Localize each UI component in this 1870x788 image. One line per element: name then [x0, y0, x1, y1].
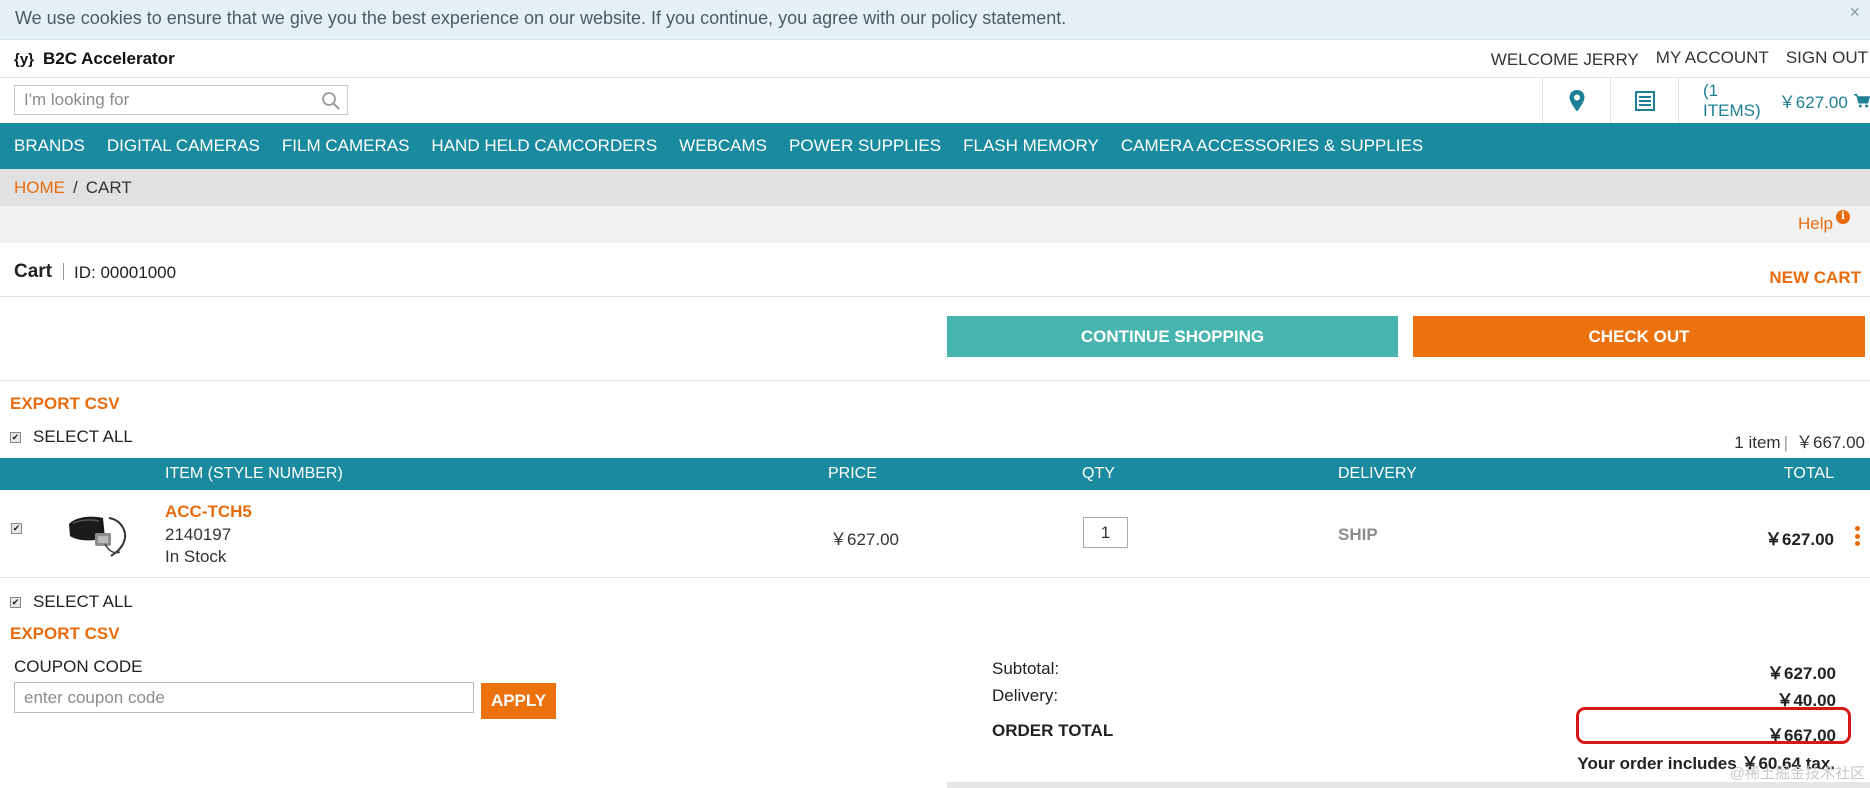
nav-item-film-cameras[interactable]: FILM CAMERAS: [282, 136, 410, 156]
coupon-code-input[interactable]: [15, 683, 473, 712]
search-input[interactable]: [15, 86, 305, 114]
nav-item-power-supplies[interactable]: POWER SUPPLIES: [789, 136, 941, 156]
select-all-checkbox-bottom[interactable]: ✔: [10, 596, 21, 608]
nav-item-camera-accessories[interactable]: CAMERA ACCESSORIES & SUPPLIES: [1121, 136, 1423, 156]
cart-title-divider: [63, 263, 64, 280]
cart-title: Cart: [14, 261, 53, 282]
delivery-mode: SHIP: [1338, 525, 1378, 544]
coupon-label: COUPON CODE: [14, 657, 143, 676]
select-all-bottom[interactable]: ✔ SELECT ALL: [10, 592, 133, 612]
top-header: {y} B2C Accelerator WELCOME JERRY MY ACC…: [0, 40, 1870, 78]
cart-item-count: 1 item: [1734, 433, 1781, 452]
subtotal-label: Subtotal:: [992, 659, 1060, 678]
check-out-button[interactable]: CHECK OUT: [1413, 316, 1865, 357]
close-icon[interactable]: ×: [1849, 2, 1860, 23]
column-header-item: ITEM (STYLE NUMBER): [165, 465, 343, 482]
cart-summary-total: ￥667.00: [1796, 433, 1865, 452]
row-price: ￥627.00: [830, 530, 899, 549]
cart-summary-top: 1 item | ￥667.00: [1734, 433, 1865, 452]
select-all-top[interactable]: ✔ SELECT ALL: [10, 427, 133, 447]
row-total: ￥627.00: [1765, 530, 1834, 549]
logo[interactable]: {y} B2C Accelerator: [14, 49, 175, 69]
search-row: (1 ITEMS) ￥627.00: [0, 78, 1870, 123]
breadcrumb-home-link[interactable]: HOME: [14, 178, 65, 198]
select-all-checkbox[interactable]: ✔: [10, 431, 21, 443]
sign-out-link[interactable]: SIGN OUT: [1786, 48, 1868, 70]
main-nav: BRANDS DIGITAL CAMERAS FILM CAMERAS HAND…: [0, 123, 1870, 169]
brand-name: B2C Accelerator: [43, 49, 175, 68]
select-all-label-bottom: SELECT ALL: [33, 592, 133, 611]
cookie-banner: We use cookies to ensure that we give yo…: [0, 0, 1870, 40]
nav-item-flash-memory[interactable]: FLASH MEMORY: [963, 136, 1099, 156]
header-tools: [1542, 78, 1678, 123]
nav-item-digital-cameras[interactable]: DIGITAL CAMERAS: [107, 136, 260, 156]
help-label: Help: [1798, 214, 1833, 233]
cart-id: ID: 00001000: [74, 263, 177, 282]
export-csv-link[interactable]: EXPORT CSV: [10, 394, 120, 414]
new-cart-link[interactable]: NEW CART: [1769, 268, 1861, 288]
column-header-delivery: DELIVERY: [1338, 465, 1417, 482]
cart-table-header: ITEM (STYLE NUMBER) PRICE QTY DELIVERY T…: [0, 458, 1870, 490]
kebab-icon[interactable]: [1855, 526, 1861, 546]
nav-item-webcams[interactable]: WEBCAMS: [679, 136, 767, 156]
product-sku: 2140197: [165, 525, 232, 544]
mini-cart-count: (1 ITEMS): [1703, 80, 1761, 120]
export-csv-link-bottom[interactable]: EXPORT CSV: [10, 624, 120, 644]
select-all-label: SELECT ALL: [33, 427, 133, 446]
column-header-total: TOTAL: [1783, 465, 1834, 482]
column-header-qty: QTY: [1082, 465, 1115, 482]
nav-item-hand-held-camcorders[interactable]: HAND HELD CAMCORDERS: [431, 136, 657, 156]
my-account-link[interactable]: MY ACCOUNT: [1656, 48, 1769, 70]
breadcrumb-current: CART: [85, 177, 132, 197]
mini-cart-total: ￥627.00: [1778, 93, 1848, 112]
help-bar: Help i: [0, 206, 1870, 243]
cart-icon: [1853, 93, 1870, 107]
search-icon[interactable]: [321, 91, 341, 111]
quick-order-button[interactable]: [1610, 78, 1678, 123]
location-pin-icon: [1569, 89, 1584, 111]
order-total-highlight: [1576, 707, 1851, 744]
list-icon: [1634, 90, 1655, 111]
order-total-label: ORDER TOTAL: [992, 721, 1114, 740]
apply-coupon-button[interactable]: APPLY: [481, 683, 556, 719]
cart-header: Cart ID: 00001000 NEW CART: [0, 243, 1870, 297]
search-box: [14, 85, 348, 115]
stock-status: In Stock: [165, 547, 227, 566]
info-icon: i: [1836, 210, 1850, 224]
store-finder-button[interactable]: [1542, 78, 1610, 123]
row-select-checkbox[interactable]: ✔: [11, 523, 22, 534]
subtotal-value: ￥627.00: [1767, 664, 1836, 683]
product-code-link[interactable]: ACC-TCH5: [165, 502, 252, 522]
continue-shopping-button[interactable]: CONTINUE SHOPPING: [947, 316, 1398, 357]
delivery-label: Delivery:: [992, 686, 1059, 705]
breadcrumb-separator: /: [73, 177, 78, 197]
logo-mark-icon: {y}: [14, 50, 35, 68]
nav-item-brands[interactable]: BRANDS: [14, 136, 85, 156]
welcome-text: WELCOME JERRY: [1490, 50, 1639, 69]
table-row: ✔ ACC-TCH5 2140197 In Stock ￥627.00 SHIP…: [0, 490, 1870, 578]
help-link[interactable]: Help i: [1798, 210, 1850, 234]
user-nav: WELCOME JERRY MY ACCOUNT SIGN OUT: [1474, 48, 1868, 70]
column-header-price: PRICE: [828, 465, 877, 482]
watermark: @稀土掘金技术社区: [1729, 765, 1865, 782]
breadcrumb: HOME / CART: [0, 169, 1870, 206]
product-thumbnail[interactable]: [65, 508, 133, 558]
coupon-box: [14, 682, 474, 713]
quantity-input[interactable]: [1083, 517, 1128, 548]
mini-cart[interactable]: (1 ITEMS) ￥627.00: [1678, 78, 1870, 123]
cart-actions: CONTINUE SHOPPING CHECK OUT: [0, 298, 1870, 381]
cookie-message: We use cookies to ensure that we give yo…: [15, 8, 1067, 28]
